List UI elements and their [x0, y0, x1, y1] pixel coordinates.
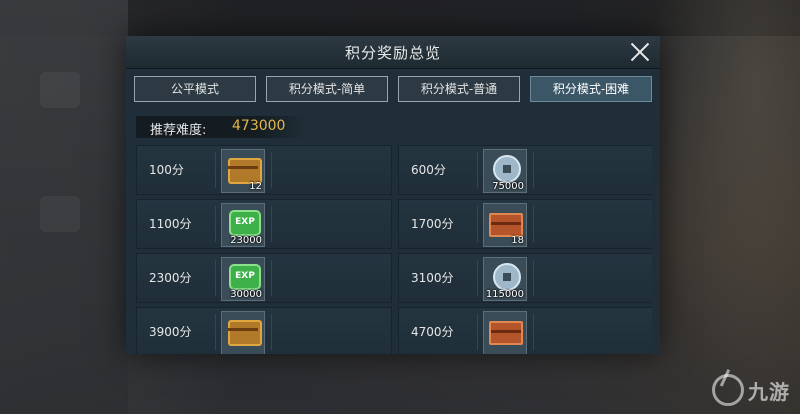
- reward-score: 4700分: [411, 325, 454, 339]
- tab-score-easy[interactable]: 积分模式-简单: [266, 76, 388, 102]
- coin-icon: [493, 155, 521, 183]
- tab-score-hard[interactable]: 积分模式-困难: [530, 76, 652, 102]
- reward-item[interactable]: EXP 30000: [221, 257, 265, 301]
- reward-score: 1700分: [411, 217, 454, 231]
- watermark-icon: [712, 374, 744, 406]
- watermark-logo: 九游: [712, 370, 800, 410]
- reward-row: 2300分 EXP 30000: [136, 253, 392, 303]
- reward-quantity: 30000: [230, 289, 262, 300]
- close-icon[interactable]: [626, 38, 654, 66]
- recommended-value: 473000: [232, 118, 286, 134]
- dialog-header: 积分奖励总览: [126, 36, 660, 69]
- exp-icon: EXP: [229, 210, 261, 236]
- tab-fair-mode[interactable]: 公平模式: [134, 76, 256, 102]
- reward-quantity: 75000: [492, 181, 524, 192]
- reward-score: 3900分: [149, 325, 192, 339]
- reward-quantity: 115000: [485, 289, 524, 300]
- score-reward-dialog: 积分奖励总览 公平模式 积分模式-简单 积分模式-普通 积分模式-困难 推荐难度…: [126, 36, 660, 354]
- reward-item[interactable]: 18: [483, 203, 527, 247]
- exp-icon: EXP: [229, 264, 261, 290]
- reward-score: 2300分: [149, 271, 192, 285]
- reward-score: 1100分: [149, 217, 192, 231]
- reward-row: 3100分 115000: [398, 253, 652, 303]
- recommended-difficulty: 推荐难度: 473000: [136, 116, 306, 138]
- box-icon: [489, 213, 523, 237]
- reward-quantity: 18: [511, 235, 524, 246]
- chest-icon: [228, 320, 262, 346]
- mode-tabs: 公平模式 积分模式-简单 积分模式-普通 积分模式-困难: [134, 76, 654, 102]
- watermark-text: 九游: [748, 379, 790, 404]
- background-right-decoration: [650, 0, 800, 414]
- reward-item[interactable]: [221, 311, 265, 354]
- coin-icon: [493, 263, 521, 291]
- background-slot: [40, 196, 80, 232]
- reward-row: 100分 12: [136, 145, 392, 195]
- box-icon: [489, 321, 523, 345]
- reward-score: 3100分: [411, 271, 454, 285]
- reward-row: 600分 75000: [398, 145, 652, 195]
- reward-quantity: 12: [249, 181, 262, 192]
- dialog-title: 积分奖励总览: [344, 44, 441, 62]
- reward-item[interactable]: [483, 311, 527, 354]
- reward-item[interactable]: EXP 23000: [221, 203, 265, 247]
- reward-score: 600分: [411, 163, 446, 177]
- background-left-panel: [0, 0, 128, 414]
- reward-row: 3900分: [136, 307, 392, 354]
- reward-quantity: 23000: [230, 235, 262, 246]
- background-slot: [40, 72, 80, 108]
- reward-item[interactable]: 115000: [483, 257, 527, 301]
- tab-score-normal[interactable]: 积分模式-普通: [398, 76, 520, 102]
- reward-item[interactable]: 75000: [483, 149, 527, 193]
- reward-row: 4700分: [398, 307, 652, 354]
- recommended-label: 推荐难度:: [150, 123, 207, 138]
- reward-score: 100分: [149, 163, 184, 177]
- reward-grid: 100分 12 600分 75000 1100分 EXP 23000 1700分…: [136, 145, 652, 354]
- reward-row: 1700分 18: [398, 199, 652, 249]
- reward-row: 1100分 EXP 23000: [136, 199, 392, 249]
- reward-item[interactable]: 12: [221, 149, 265, 193]
